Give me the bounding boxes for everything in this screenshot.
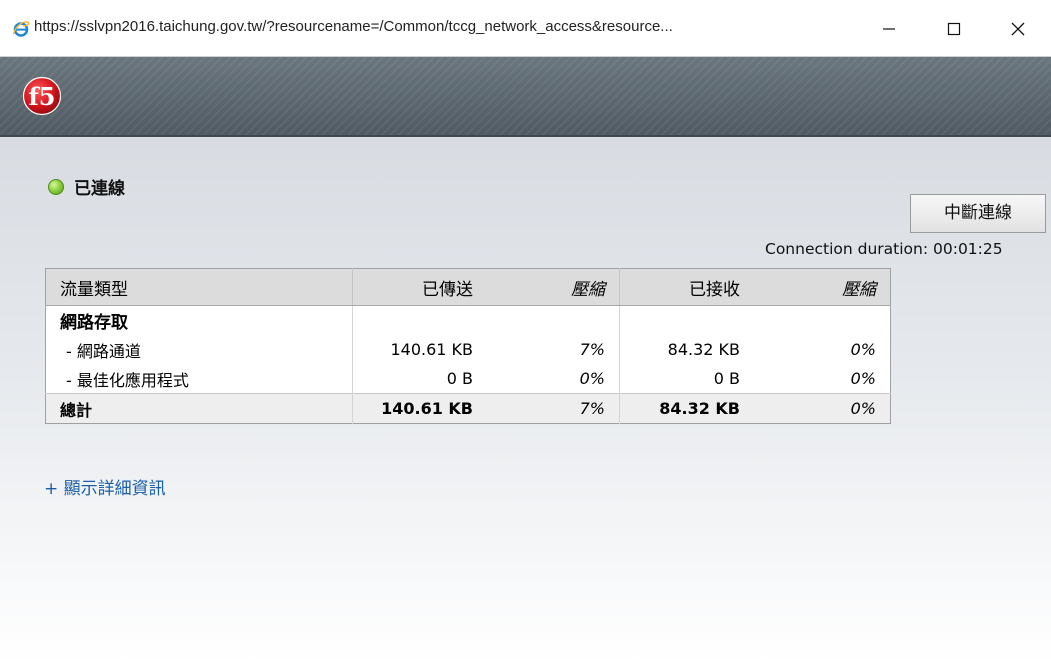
header-received: 已接收 (619, 268, 754, 306)
f5-logo: f5 (22, 76, 62, 116)
traffic-table: 流量類型 已傳送 壓縮 已接收 壓縮 網路存取 - 網路通道 140.61 KB… (45, 268, 891, 424)
table-row: - 最佳化應用程式 0 B 0% 0 B 0% (46, 364, 891, 394)
total-received: 84.32 KB (619, 393, 754, 424)
table-group-row: 網路存取 (46, 305, 891, 335)
window-title-bar[interactable]: https://sslvpn2016.taichung.gov.tw/?reso… (0, 0, 1051, 57)
show-details-link[interactable]: + 顯示詳細資訊 (44, 474, 166, 499)
header-sent-compression: 壓縮 (487, 268, 620, 306)
close-button[interactable] (995, 12, 1041, 46)
row-sent: 0 B (352, 364, 487, 394)
row-sent-compression: 0% (579, 369, 605, 388)
row-received: 84.32 KB (619, 335, 754, 364)
disconnect-button[interactable]: 中斷連線 (910, 194, 1046, 233)
f5-logo-text: f5 (28, 82, 55, 111)
header-traffic-type: 流量類型 (45, 268, 353, 306)
window-title: https://sslvpn2016.taichung.gov.tw/?reso… (34, 18, 673, 35)
row-received: 0 B (619, 364, 754, 394)
connection-status: 已連線 (48, 174, 125, 199)
total-sent-compression: 7% (487, 393, 620, 424)
maximize-icon (947, 22, 961, 36)
connection-duration: Connection duration: 00:01:25 (765, 240, 1003, 258)
row-type: - 最佳化應用程式 (66, 370, 189, 390)
header-received-compression: 壓縮 (754, 268, 891, 306)
maximize-button[interactable] (931, 12, 977, 46)
minimize-icon (883, 28, 895, 30)
row-sent-compression: 7% (579, 340, 605, 359)
row-type: - 網路通道 (66, 341, 141, 361)
header-sent: 已傳送 (352, 268, 487, 306)
row-received-compression: 0% (850, 369, 876, 388)
table-row: - 網路通道 140.61 KB 7% 84.32 KB 0% (46, 335, 891, 364)
table-header-row: 流量類型 已傳送 壓縮 已接收 壓縮 (45, 268, 891, 306)
internet-explorer-icon (12, 21, 30, 37)
table-total-row: 總計 140.61 KB 7% 84.32 KB 0% (45, 393, 891, 424)
row-sent: 140.61 KB (352, 335, 487, 364)
green-status-icon (48, 178, 64, 195)
status-text: 已連線 (74, 179, 125, 199)
total-label: 總計 (45, 393, 353, 424)
vpn-status-panel: 已連線 中斷連線 Connection duration: 00:01:25 流… (0, 137, 1051, 664)
close-icon (1011, 22, 1025, 36)
total-received-compression: 0% (754, 393, 891, 424)
minimize-button[interactable] (866, 12, 912, 46)
group-label: 網路存取 (60, 313, 128, 333)
header-banner: f5 (0, 57, 1051, 137)
row-received-compression: 0% (850, 340, 876, 359)
total-sent: 140.61 KB (352, 393, 487, 424)
